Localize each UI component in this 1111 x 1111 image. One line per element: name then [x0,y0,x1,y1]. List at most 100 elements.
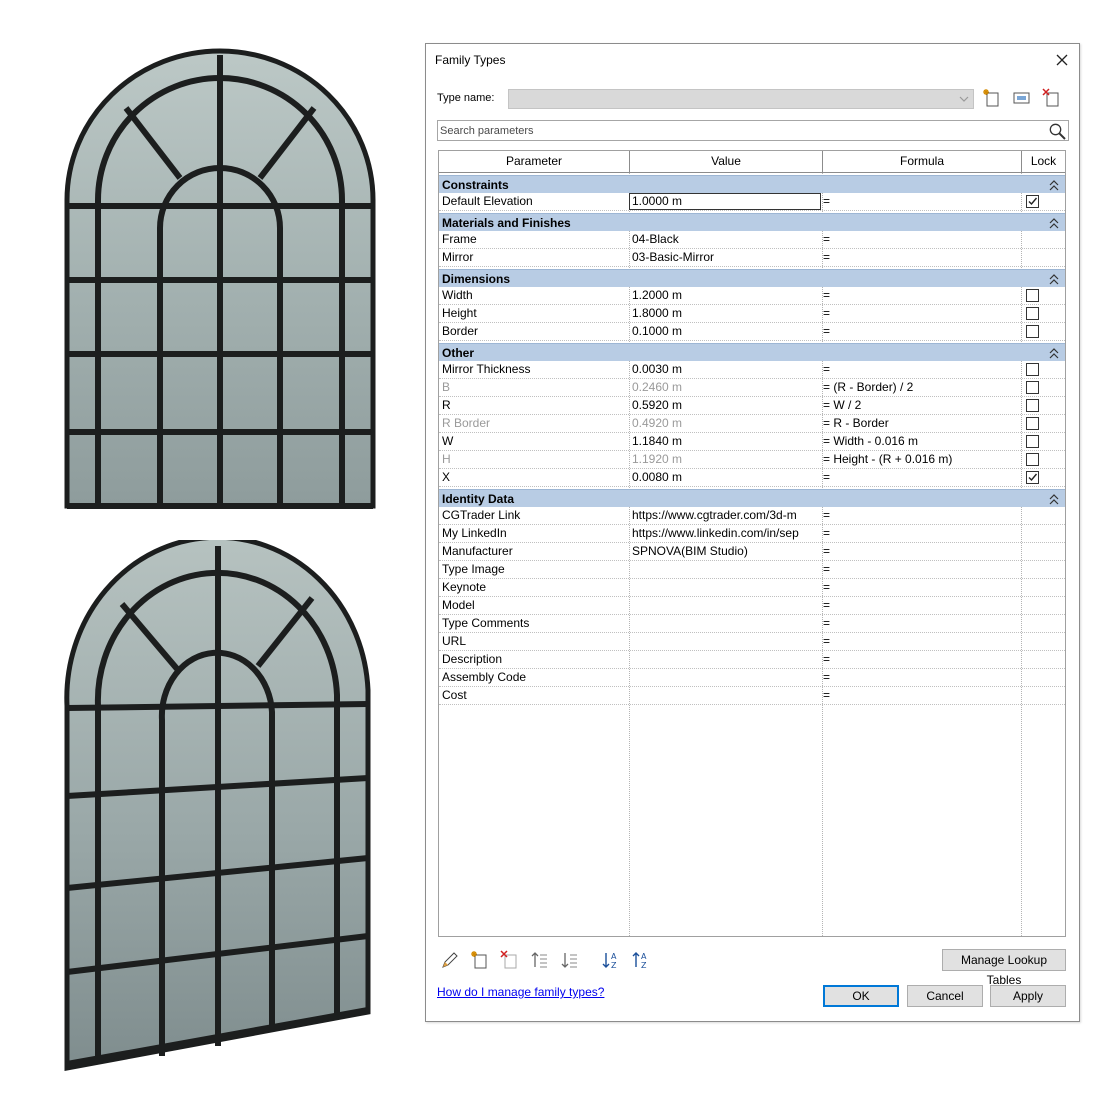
parameter-formula[interactable]: = [823,633,1019,650]
parameter-row[interactable]: Description = [439,651,1065,669]
help-link[interactable]: How do I manage family types? [437,985,604,999]
parameter-formula[interactable]: = [823,687,1019,704]
rename-type-icon[interactable] [1012,88,1032,108]
parameter-value[interactable]: SPNOVA(BIM Studio) [632,543,820,560]
parameter-formula[interactable]: = [823,469,1019,486]
column-header-parameter[interactable]: Parameter [439,151,630,173]
parameter-formula[interactable]: = [823,651,1019,668]
parameter-row[interactable]: Type Comments = [439,615,1065,633]
parameter-value[interactable]: 0.0030 m [632,361,820,378]
parameter-value[interactable]: 1.2000 m [632,287,820,304]
column-header-lock[interactable]: Lock [1022,151,1065,173]
collapse-icon[interactable] [1049,493,1059,505]
parameter-value[interactable] [632,633,820,650]
group-header[interactable]: Dimensions [439,269,1065,287]
move-down-icon[interactable] [560,950,580,970]
parameter-row[interactable]: Height 1.8000 m = [439,305,1065,323]
parameter-value[interactable] [632,687,820,704]
parameter-formula[interactable]: = Width - 0.016 m [823,433,1019,450]
edit-parameter-icon[interactable] [440,950,460,970]
parameter-formula[interactable]: = W / 2 [823,397,1019,414]
parameter-value[interactable]: 04-Black [632,231,820,248]
lock-checkbox[interactable] [1026,363,1039,376]
parameter-row[interactable]: Border 0.1000 m = [439,323,1065,341]
parameter-formula[interactable]: = [823,193,1019,210]
parameter-row[interactable]: Mirror 03-Basic-Mirror = [439,249,1065,267]
parameter-row[interactable]: Mirror Thickness 0.0030 m = [439,361,1065,379]
sort-ascending-icon[interactable]: AZ [602,950,622,970]
parameter-row[interactable]: W 1.1840 m = Width - 0.016 m [439,433,1065,451]
apply-button[interactable]: Apply [990,985,1066,1007]
new-type-icon[interactable] [982,88,1002,108]
lock-checkbox[interactable] [1026,289,1039,302]
close-icon[interactable] [1051,49,1073,71]
parameter-formula[interactable]: = [823,579,1019,596]
parameter-row[interactable]: R Border 0.4920 m = R - Border [439,415,1065,433]
collapse-icon[interactable] [1049,273,1059,285]
parameter-value[interactable] [632,597,820,614]
parameter-row[interactable]: H 1.1920 m = Height - (R + 0.016 m) [439,451,1065,469]
delete-parameter-icon[interactable] [500,950,520,970]
parameter-formula[interactable]: = R - Border [823,415,1019,432]
parameter-formula[interactable]: = [823,669,1019,686]
parameter-value[interactable]: 0.4920 m [632,415,820,432]
lock-checkbox[interactable] [1026,453,1039,466]
parameter-formula[interactable]: = [823,323,1019,340]
search-icon[interactable] [1048,122,1067,141]
parameter-row[interactable]: Keynote = [439,579,1065,597]
parameter-value[interactable] [632,561,820,578]
parameter-formula[interactable]: = [823,361,1019,378]
move-up-icon[interactable] [530,950,550,970]
parameter-row[interactable]: Model = [439,597,1065,615]
collapse-icon[interactable] [1049,217,1059,229]
parameter-row[interactable]: Width 1.2000 m = [439,287,1065,305]
dialog-titlebar[interactable]: Family Types [426,44,1079,76]
parameter-value[interactable]: https://www.cgtrader.com/3d-m [632,507,820,524]
ok-button[interactable]: OK [823,985,899,1007]
parameter-row[interactable]: URL = [439,633,1065,651]
lock-checkbox[interactable] [1026,381,1039,394]
parameter-value[interactable]: https://www.linkedin.com/in/sep [632,525,820,542]
parameter-row[interactable]: CGTrader Link https://www.cgtrader.com/3d… [439,507,1065,525]
lock-checkbox[interactable] [1026,399,1039,412]
lock-checkbox[interactable] [1026,435,1039,448]
lock-checkbox[interactable] [1026,307,1039,320]
parameter-value[interactable]: 0.2460 m [632,379,820,396]
type-name-select[interactable] [508,89,974,109]
parameter-formula[interactable]: = (R - Border) / 2 [823,379,1019,396]
new-parameter-icon[interactable] [470,950,490,970]
parameter-row[interactable]: R 0.5920 m = W / 2 [439,397,1065,415]
parameter-row[interactable]: Type Image = [439,561,1065,579]
parameter-formula[interactable]: = [823,525,1019,542]
group-header[interactable]: Materials and Finishes [439,213,1065,231]
group-header[interactable]: Constraints [439,175,1065,193]
lock-checkbox[interactable] [1026,195,1039,208]
parameter-value[interactable]: 0.5920 m [632,397,820,414]
parameter-formula[interactable]: = [823,507,1019,524]
parameter-value[interactable] [632,669,820,686]
parameter-formula[interactable]: = [823,231,1019,248]
parameter-row[interactable]: Default Elevation 1.0000 m = [439,193,1065,211]
parameter-row[interactable]: My LinkedIn https://www.linkedin.com/in/s… [439,525,1065,543]
collapse-icon[interactable] [1049,347,1059,359]
parameter-formula[interactable]: = [823,615,1019,632]
parameter-row[interactable]: Assembly Code = [439,669,1065,687]
parameter-value[interactable]: 1.1840 m [632,433,820,450]
delete-type-icon[interactable] [1042,88,1062,108]
parameter-formula[interactable]: = Height - (R + 0.016 m) [823,451,1019,468]
lock-checkbox[interactable] [1026,471,1039,484]
cancel-button[interactable]: Cancel [907,985,983,1007]
parameter-formula[interactable]: = [823,305,1019,322]
parameter-value[interactable]: 0.0080 m [632,469,820,486]
parameter-formula[interactable]: = [823,543,1019,560]
parameter-row[interactable]: B 0.2460 m = (R - Border) / 2 [439,379,1065,397]
lock-checkbox[interactable] [1026,417,1039,430]
parameter-value[interactable] [632,615,820,632]
parameter-formula[interactable]: = [823,249,1019,266]
parameter-value[interactable] [632,651,820,668]
parameter-formula[interactable]: = [823,287,1019,304]
lock-checkbox[interactable] [1026,325,1039,338]
parameter-value[interactable] [632,579,820,596]
column-header-formula[interactable]: Formula [823,151,1022,173]
parameter-formula[interactable]: = [823,597,1019,614]
